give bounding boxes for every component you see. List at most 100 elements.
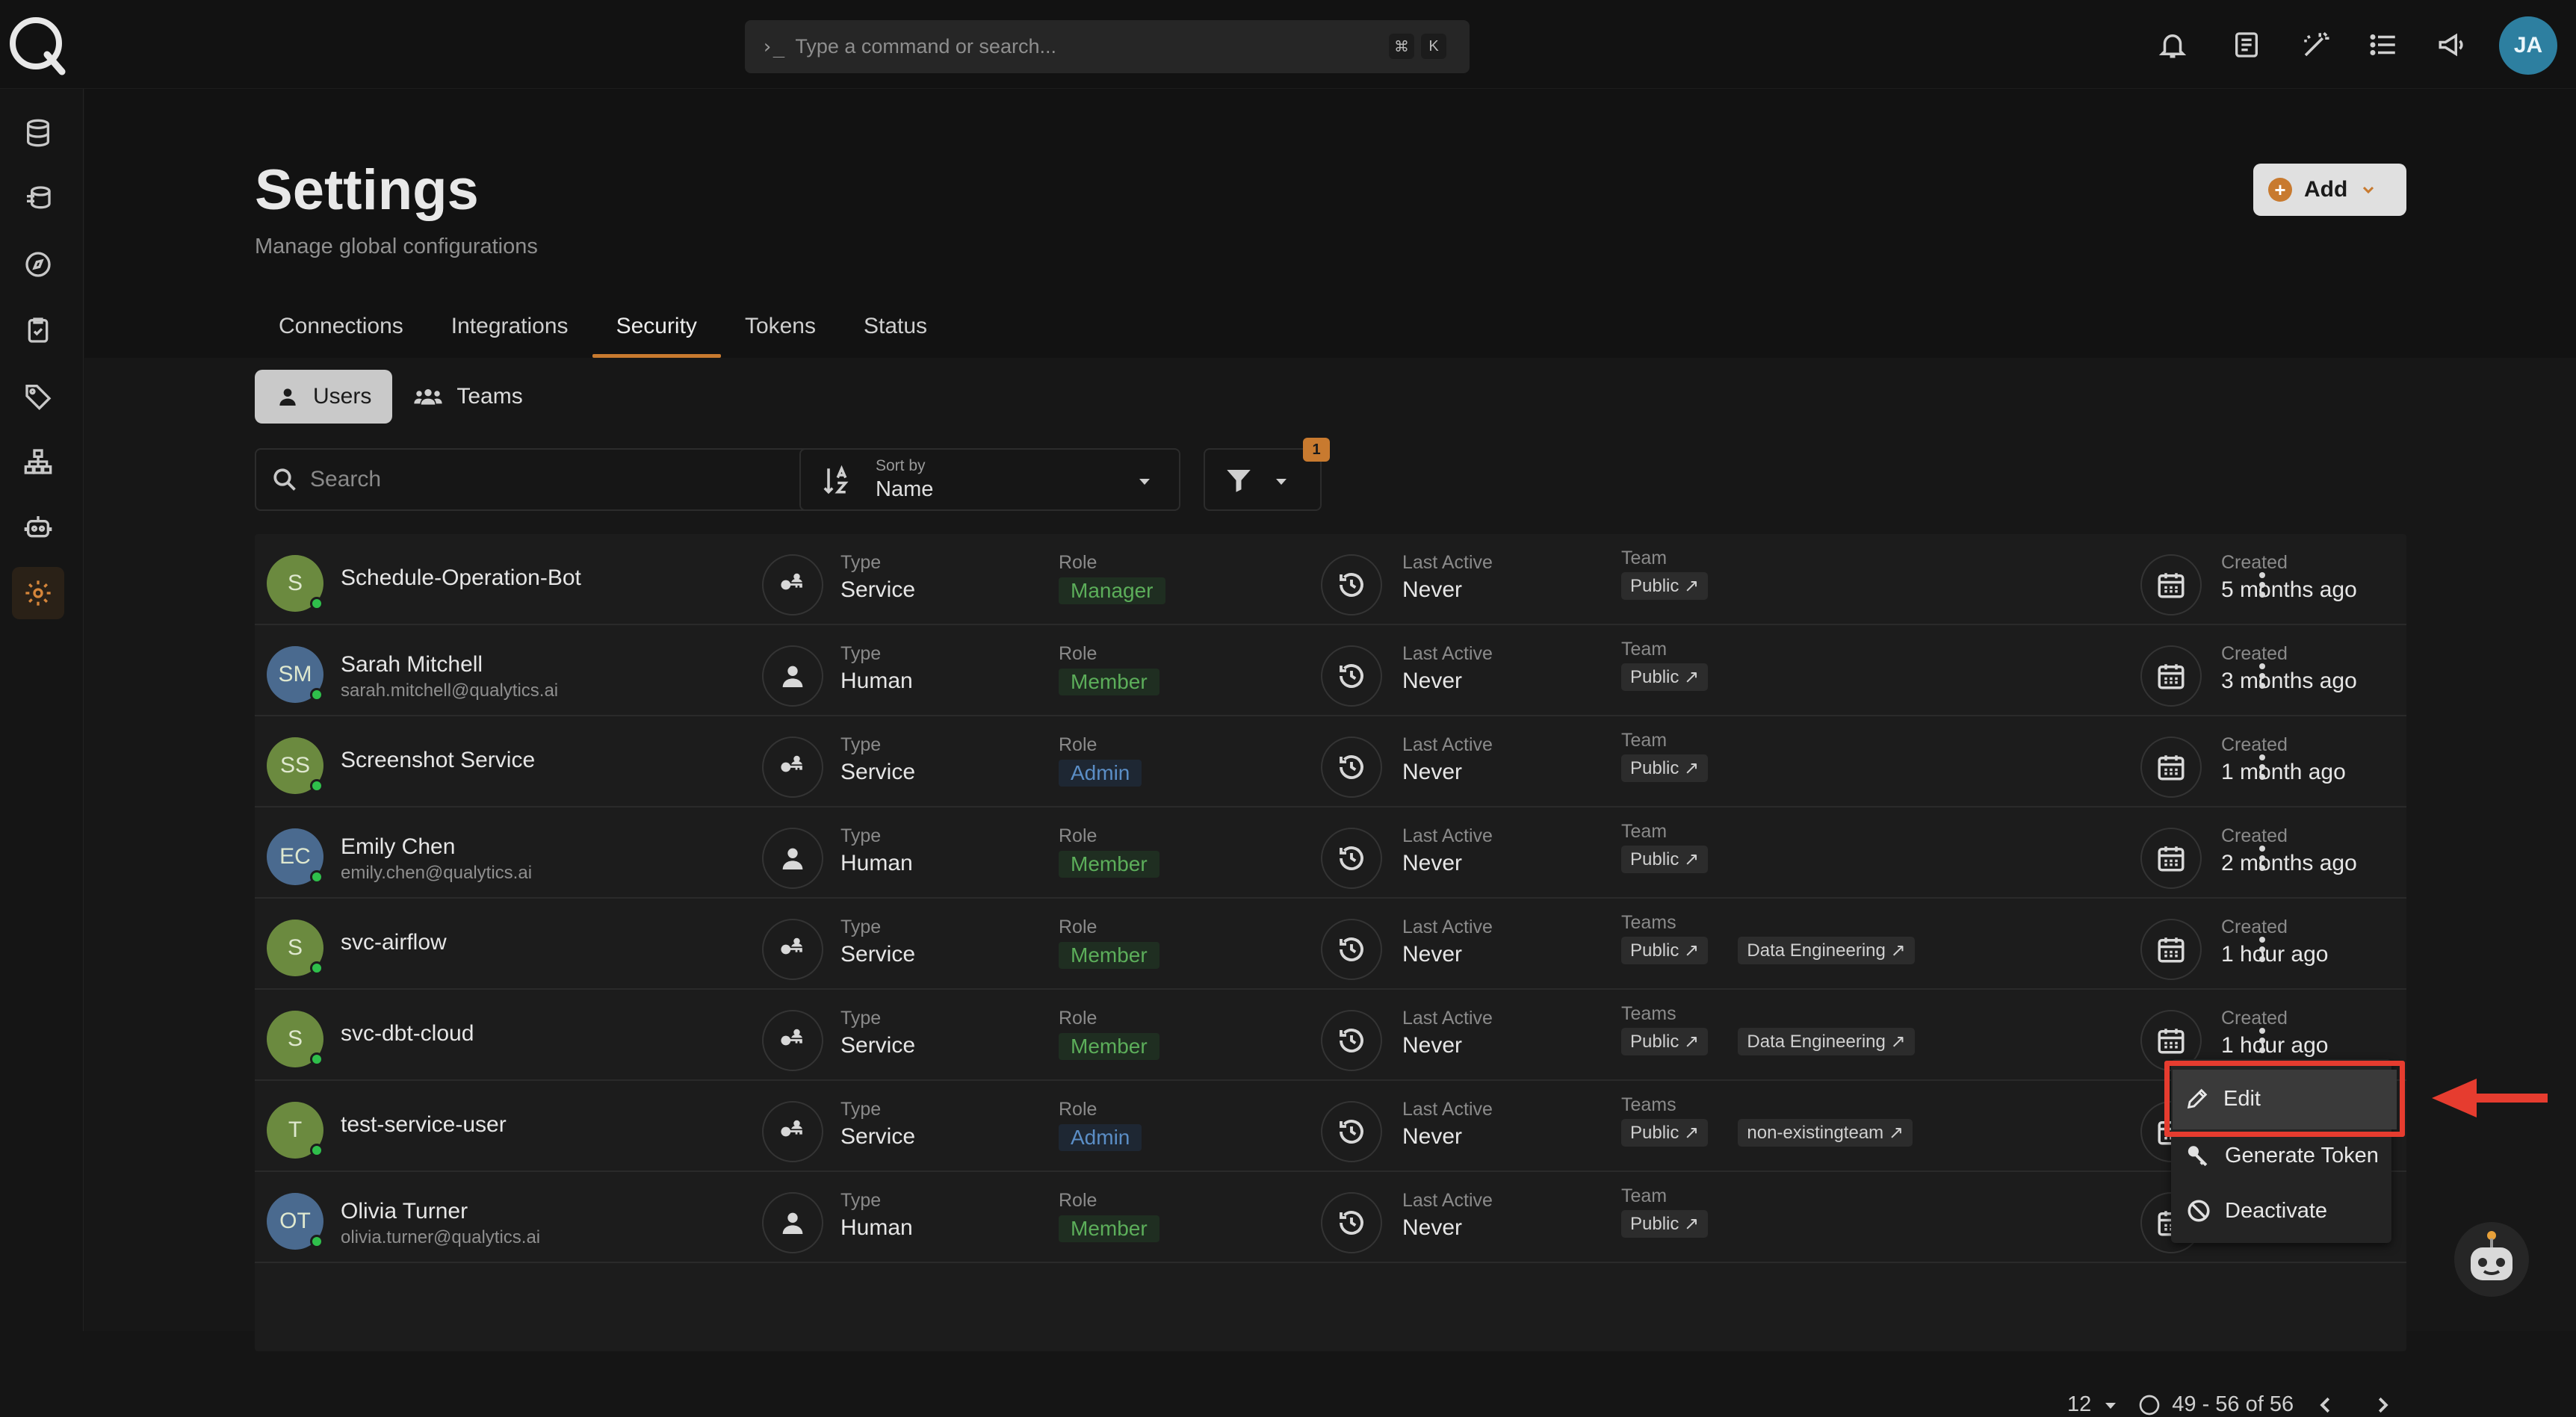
table-row[interactable]: EC Emily Chen emily.chen@qualytics.ai Type H…: [255, 807, 2406, 899]
role-label: Role: [1059, 825, 1097, 846]
team-label: Teams: [1621, 912, 1676, 933]
last-active-value: Never: [1402, 851, 1463, 875]
table-row[interactable]: Ssvc-dbt-cloud Type Service Role Member Last …: [255, 990, 2406, 1081]
user-name[interactable]: Emily Chen: [341, 834, 455, 860]
row-actions-kebab-icon[interactable]: [2247, 931, 2277, 968]
created-icon-circle: [2140, 919, 2202, 980]
avatar-initials: T: [288, 1117, 303, 1142]
document-icon[interactable]: [2227, 25, 2266, 64]
shortcut-key-cmd: ⌘: [1389, 34, 1414, 59]
list-icon[interactable]: [2364, 25, 2403, 64]
team-chip[interactable]: Data Engineering ↗: [1738, 937, 1915, 964]
sidebar-item-hierarchy[interactable]: [12, 435, 64, 488]
table-row[interactable]: OT Olivia Turner olivia.turner@qualytics.a…: [255, 1172, 2406, 1263]
type-label: Type: [840, 1099, 882, 1120]
team-chip[interactable]: Public ↗: [1621, 1119, 1709, 1147]
last-active-icon-circle: [1321, 645, 1382, 707]
history-icon: [1340, 1120, 1363, 1144]
sort-by-caption: Sort by: [876, 457, 926, 474]
user-name[interactable]: Olivia Turner: [341, 1199, 468, 1224]
sidebar-item-database[interactable]: [12, 107, 64, 159]
megaphone-icon[interactable]: [2433, 25, 2471, 64]
avatar-initials: SS: [279, 753, 311, 778]
chevron-left-icon[interactable]: [2315, 1394, 2337, 1416]
type-icon-circle: [762, 554, 823, 616]
row-actions-kebab-icon[interactable]: [2247, 1022, 2277, 1059]
team-chip[interactable]: Public ↗: [1621, 572, 1709, 600]
team-chip[interactable]: Public ↗: [1621, 937, 1709, 964]
tab-status[interactable]: Status: [840, 306, 951, 358]
teams-toggle-button[interactable]: Teams: [392, 370, 543, 424]
block-icon: [2188, 1200, 2210, 1222]
avatar: S: [267, 555, 323, 612]
avatar: SM: [267, 646, 323, 703]
last-active-label: Last Active: [1402, 1099, 1493, 1120]
user-name[interactable]: Sarah Mitchell: [341, 652, 483, 678]
caret-down-icon[interactable]: [2102, 1396, 2120, 1414]
sidebar-item-checks[interactable]: [12, 304, 64, 356]
last-active-label: Last Active: [1402, 734, 1493, 755]
add-button[interactable]: + Add: [2253, 164, 2406, 216]
type-value: Service: [840, 577, 916, 602]
table-row[interactable]: SS Screenshot Service Type Service Role Admin…: [255, 716, 2406, 807]
menu-item-deactivate[interactable]: Deactivate: [2186, 1198, 2327, 1224]
team-chip[interactable]: non-existingteam ↗: [1738, 1119, 1913, 1147]
avatar-initials: OT: [279, 1209, 311, 1233]
sidebar-item-datastores[interactable]: [12, 173, 64, 225]
service-key-icon: [781, 937, 802, 955]
tab-connections[interactable]: Connections: [255, 306, 427, 358]
last-active-icon-circle: [1321, 1010, 1382, 1071]
chevron-right-icon[interactable]: [2371, 1394, 2394, 1416]
table-row[interactable]: Ssvc-airflow Type Service Role Member Last Ac…: [255, 899, 2406, 990]
help-circle-icon[interactable]: [2137, 1393, 2161, 1417]
user-name[interactable]: Screenshot Service: [341, 748, 535, 773]
last-active-label: Last Active: [1402, 643, 1493, 664]
team-chip[interactable]: Public ↗: [1621, 846, 1709, 873]
app-logo[interactable]: [6, 13, 69, 76]
team-chip[interactable]: Public ↗: [1621, 663, 1709, 691]
users-toggle-label: Users: [313, 384, 372, 409]
users-toggle-button[interactable]: Users: [255, 370, 393, 424]
row-actions-kebab-icon[interactable]: [2247, 840, 2277, 877]
team-label: Team: [1621, 821, 1668, 842]
magic-wand-icon[interactable]: [2297, 25, 2335, 64]
row-actions-kebab-icon[interactable]: [2247, 657, 2277, 695]
tab-security[interactable]: Security: [592, 306, 722, 358]
team-chip[interactable]: Public ↗: [1621, 1028, 1709, 1055]
table-row[interactable]: SM Sarah Mitchell sarah.mitchell@qualytics…: [255, 625, 2406, 716]
last-active-value: Never: [1402, 1033, 1463, 1058]
row-actions-kebab-icon[interactable]: [2247, 566, 2277, 604]
users-table: S Schedule-Operation-Bot Type Service Role Ma…: [255, 534, 2406, 1351]
user-avatar[interactable]: JA: [2499, 16, 2557, 75]
user-name[interactable]: svc-airflow: [341, 930, 447, 955]
team-chip[interactable]: Data Engineering ↗: [1738, 1028, 1915, 1055]
role-badge: Member: [1059, 851, 1159, 878]
last-active-label: Last Active: [1402, 1008, 1493, 1029]
table-row[interactable]: S Schedule-Operation-Bot Type Service Role Ma…: [255, 534, 2406, 625]
team-chip[interactable]: Public ↗: [1621, 1210, 1709, 1238]
table-row[interactable]: Ttest-service-user Type Service Role Admin La…: [255, 1081, 2406, 1172]
notifications-bell-icon[interactable]: [2153, 25, 2192, 64]
user-name[interactable]: svc-dbt-cloud: [341, 1021, 474, 1047]
avatar: S: [267, 920, 323, 976]
sidebar-item-settings[interactable]: [12, 567, 64, 619]
tab-tokens[interactable]: Tokens: [721, 306, 840, 358]
avatar: OT: [267, 1193, 323, 1250]
menu-item-generate-token[interactable]: Generate Token: [2186, 1143, 2379, 1168]
sidebar-item-agents[interactable]: [12, 501, 64, 554]
team-chip[interactable]: Public ↗: [1621, 754, 1709, 782]
assistant-bot-button[interactable]: [2454, 1222, 2529, 1297]
sidebar-item-tags[interactable]: [12, 370, 64, 422]
pagination-bottom: 12 49 - 56 of 56: [2067, 1392, 2394, 1417]
sidebar-item-explore[interactable]: [12, 238, 64, 291]
user-name[interactable]: test-service-user: [341, 1112, 507, 1138]
row-actions-kebab-icon[interactable]: [2247, 748, 2277, 786]
search-input[interactable]: Search: [255, 448, 858, 511]
tab-integrations[interactable]: Integrations: [427, 306, 592, 358]
sort-by-dropdown[interactable]: Sort by Name: [799, 448, 1180, 511]
page-size-value[interactable]: 12: [2067, 1392, 2091, 1417]
group-icon: [414, 389, 443, 405]
command-search-bar[interactable]: ›_ Type a command or search... ⌘ K: [745, 20, 1470, 73]
user-name[interactable]: Schedule-Operation-Bot: [341, 565, 581, 591]
type-icon-circle: [762, 919, 823, 980]
